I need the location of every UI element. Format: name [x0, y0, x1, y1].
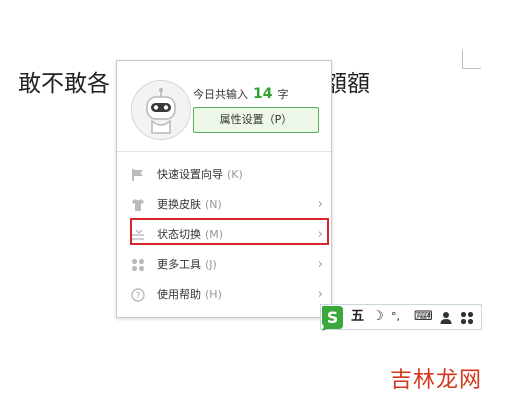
chevron-right-icon: ›: [317, 197, 323, 212]
chevron-right-icon: ›: [317, 257, 323, 272]
menu-item-shortcut: (K): [227, 168, 243, 181]
tools-grid-icon: [131, 258, 145, 272]
keyboard-icon[interactable]: ⌨: [414, 309, 433, 325]
document-text-left: 敢不敢各: [18, 71, 110, 97]
robot-avatar-icon: [132, 81, 190, 139]
menu-item-help[interactable]: ? 使用帮助 (H) ›: [117, 280, 331, 310]
toolbox-grid-icon[interactable]: [460, 310, 474, 326]
chevron-right-icon: ›: [317, 227, 323, 242]
ime-status-toolbar: S 五 ☽ °, ⌨: [319, 303, 482, 331]
popup-menu: 快速设置向导 (K) 更换皮肤 (N) › 状态切换 (M) › 更多工具 (J…: [117, 160, 331, 310]
logo-letter: S: [327, 308, 339, 327]
help-icon: ?: [131, 288, 145, 302]
menu-item-label: 快速设置向导: [157, 168, 223, 181]
switch-icon: [132, 229, 144, 240]
menu-item-label: 状态切换: [157, 228, 201, 241]
menu-item-shortcut: (M): [205, 228, 224, 241]
daily-input-count: 今日共输入 14 字: [193, 86, 288, 102]
menu-divider: [117, 151, 331, 152]
sogou-logo-icon[interactable]: S: [319, 303, 347, 331]
moon-icon[interactable]: ☽: [372, 309, 384, 325]
menu-item-more-tools[interactable]: 更多工具 (J) ›: [117, 250, 331, 280]
watermark: 吉林龙网: [390, 368, 483, 393]
menu-item-shortcut: (H): [205, 288, 222, 301]
count-suffix: 字: [277, 88, 289, 101]
punctuation-toggle[interactable]: °,: [391, 309, 400, 325]
menu-item-label: 更多工具: [157, 258, 201, 271]
count-value: 14: [253, 86, 273, 102]
user-icon[interactable]: [439, 310, 453, 326]
menu-item-quick-setup[interactable]: 快速设置向导 (K): [117, 160, 331, 190]
menu-item-change-skin[interactable]: 更换皮肤 (N) ›: [117, 190, 331, 220]
avatar[interactable]: [131, 80, 191, 140]
page-corner-marker: [462, 50, 481, 69]
ime-settings-popup: 今日共输入 14 字 属性设置（P） 快速设置向导 (K) 更换皮肤 (N) › 状态: [116, 60, 332, 318]
menu-item-shortcut: (J): [205, 258, 217, 271]
menu-item-shortcut: (N): [205, 198, 222, 211]
svg-text:?: ?: [136, 292, 141, 302]
menu-item-status-switch[interactable]: 状态切换 (M) ›: [117, 220, 331, 250]
count-prefix: 今日共输入: [193, 88, 248, 101]
flag-icon: [132, 169, 143, 181]
property-settings-button[interactable]: 属性设置（P）: [193, 107, 319, 133]
menu-item-label: 使用帮助: [157, 288, 201, 301]
menu-item-label: 更换皮肤: [157, 198, 201, 211]
wubi-mode-toggle[interactable]: 五: [351, 309, 364, 325]
shirt-icon: [132, 199, 144, 211]
